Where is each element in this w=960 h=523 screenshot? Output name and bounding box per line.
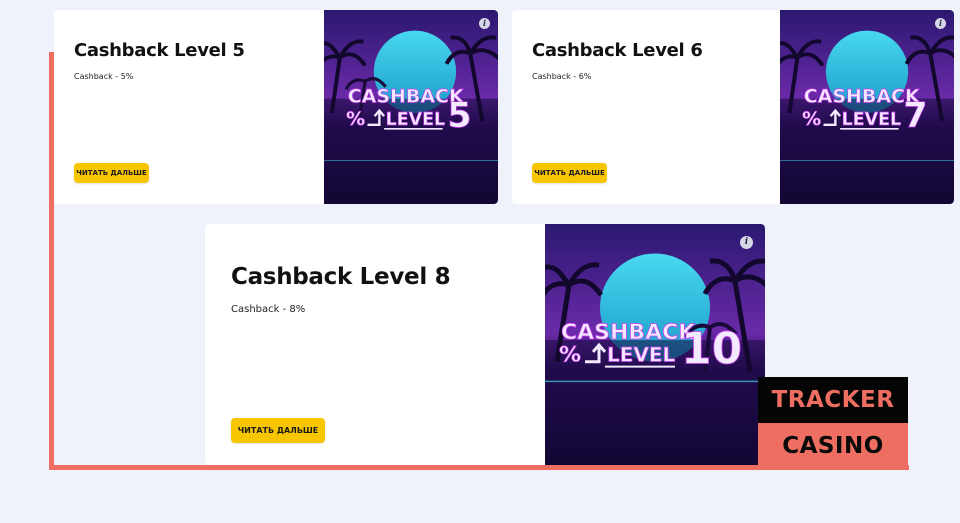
promo-description: Cashback - 6% bbox=[532, 72, 592, 81]
promo-card-cashback-5: Cashback Level 5 Cashback - 5% ЧИТАТЬ ДА… bbox=[54, 10, 498, 204]
banner-number: 5 bbox=[447, 96, 471, 136]
banner-number: 7 bbox=[903, 96, 927, 136]
read-more-button[interactable]: ЧИТАТЬ ДАЛЬШЕ bbox=[532, 163, 607, 183]
tracker-casino-watermark: TRACKER CASINO bbox=[758, 377, 908, 469]
info-icon[interactable]: i bbox=[479, 18, 490, 29]
promo-title: Cashback Level 6 bbox=[532, 40, 703, 61]
promo-description: Cashback - 8% bbox=[231, 304, 306, 315]
banner-word-cashback: CASHBACK bbox=[561, 320, 696, 345]
read-more-button[interactable]: ЧИТАТЬ ДАЛЬШЕ bbox=[231, 418, 325, 443]
promo-banner: CASHBACK % LEVEL 5 i bbox=[324, 10, 498, 204]
banner-percent: % bbox=[802, 108, 821, 130]
promo-banner: CASHBACK % LEVEL 7 i bbox=[780, 10, 954, 204]
promo-banner-art: CASHBACK % LEVEL 10 bbox=[545, 224, 765, 465]
banner-number: 10 bbox=[681, 324, 742, 375]
promo-description: Cashback - 5% bbox=[74, 72, 134, 81]
banner-word-level: LEVEL bbox=[607, 344, 676, 367]
banner-word-level: LEVEL bbox=[842, 110, 901, 130]
promo-banner-art: CASHBACK % LEVEL 5 bbox=[324, 10, 498, 204]
info-icon[interactable]: i bbox=[935, 18, 946, 29]
promo-title: Cashback Level 8 bbox=[231, 264, 451, 290]
banner-word-level: LEVEL bbox=[386, 110, 445, 130]
banner-percent: % bbox=[346, 108, 365, 130]
promo-banner: CASHBACK % LEVEL 10 i bbox=[545, 224, 765, 465]
promo-title: Cashback Level 5 bbox=[74, 40, 245, 61]
info-icon[interactable]: i bbox=[740, 236, 753, 249]
read-more-button[interactable]: ЧИТАТЬ ДАЛЬШЕ bbox=[74, 163, 149, 183]
promo-banner-art: CASHBACK % LEVEL 7 bbox=[780, 10, 954, 204]
banner-percent: % bbox=[559, 343, 581, 368]
watermark-casino: CASINO bbox=[758, 423, 908, 469]
watermark-tracker: TRACKER bbox=[758, 377, 908, 423]
promo-card-cashback-6: Cashback Level 6 Cashback - 6% ЧИТАТЬ ДА… bbox=[512, 10, 954, 204]
promo-card-cashback-8: Cashback Level 8 Cashback - 8% ЧИТАТЬ ДА… bbox=[205, 224, 765, 465]
